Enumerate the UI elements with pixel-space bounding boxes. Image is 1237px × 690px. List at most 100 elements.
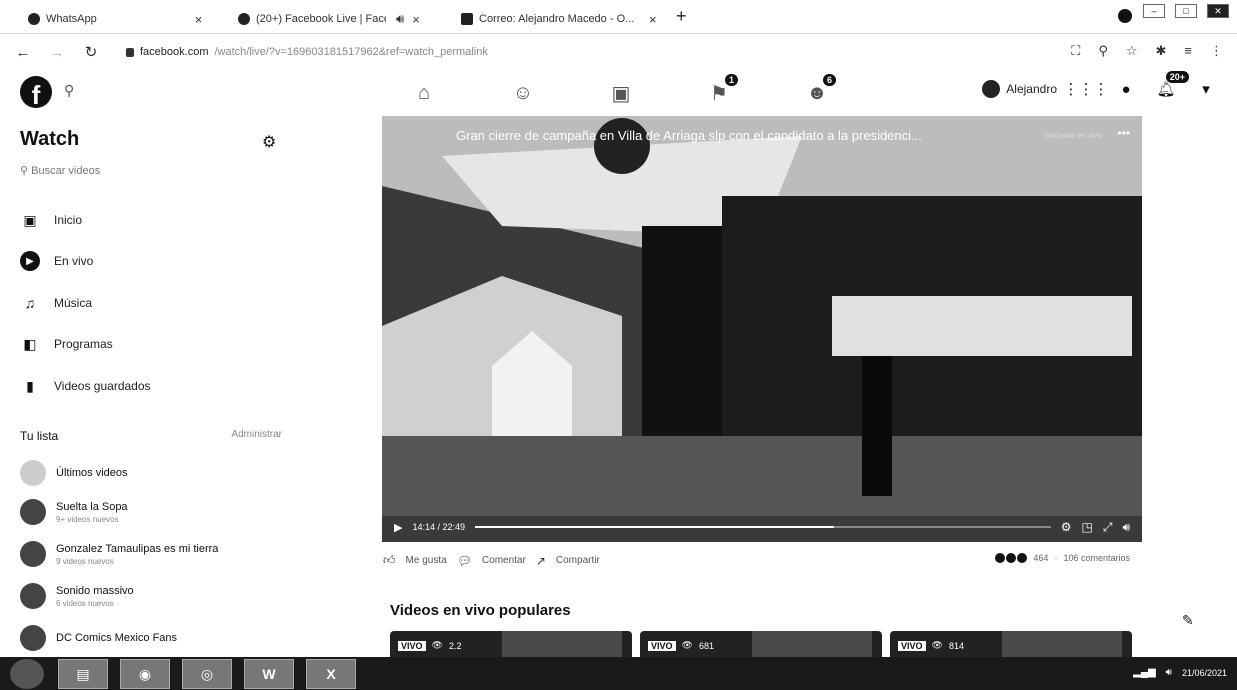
start-button-icon[interactable] xyxy=(10,659,44,689)
fullscreen-icon[interactable]: ⤢ xyxy=(1103,520,1113,535)
forward-icon[interactable]: → xyxy=(46,44,68,61)
compose-icon[interactable]: ✎ xyxy=(1182,612,1194,629)
comment-icon: 💬︎ xyxy=(456,553,472,568)
groups-badge: 1 xyxy=(724,74,738,86)
comments-count: 106 comentarios xyxy=(1063,553,1130,563)
reading-list-icon[interactable]: ≡ xyxy=(1184,43,1192,59)
video-controls: ▶ 14:14 / 22:49 ⚙ ◳ ⤢ 🔊︎ xyxy=(382,512,1142,542)
viewer-count: 814 xyxy=(948,640,964,651)
volume-icon[interactable]: 🔊︎ xyxy=(1122,520,1130,535)
list-item[interactable]: Gonzalez Tamaulipas es mi tierra 9 video… xyxy=(20,541,218,567)
viewer-count: 681 xyxy=(698,640,714,651)
list-item[interactable]: Sonido massivo 6 videos nuevos xyxy=(20,583,134,609)
sidebar-item-videos-guardados[interactable]: ▮ Videos guardados xyxy=(20,374,151,398)
explorer-icon[interactable]: ▤ xyxy=(58,659,108,689)
list-item[interactable]: Suelta la Sopa 9+ videos nuevos xyxy=(20,499,128,525)
sidebar-item-musica[interactable]: ♫ Música xyxy=(20,291,92,315)
tab-close-button[interactable]: × xyxy=(649,12,657,27)
volume-tray-icon[interactable]: 🔊︎ xyxy=(1166,667,1172,678)
account-dropdown-icon[interactable]: ▾ xyxy=(1195,78,1217,100)
watch-icon[interactable]: ▣ xyxy=(608,80,634,106)
avatar xyxy=(982,80,1001,98)
tab-close-button[interactable]: × xyxy=(412,12,420,27)
list-item-sub: 9+ videos nuevos xyxy=(56,514,119,524)
messenger-icon[interactable]: ● xyxy=(1115,78,1137,100)
groups-icon[interactable]: ⚑ 1 xyxy=(706,74,738,106)
manage-link[interactable]: Administrar xyxy=(231,429,282,443)
sidebar-item-programas[interactable]: ◧ Programas xyxy=(20,332,113,356)
avatar xyxy=(20,499,46,525)
minimize-icon[interactable]: – xyxy=(1143,4,1165,18)
share-icon: ↗ xyxy=(535,553,546,568)
pip-icon[interactable]: ◳ xyxy=(1081,520,1092,534)
facebook-logo-icon[interactable]: f xyxy=(20,76,52,108)
reactions-summary[interactable]: 464 · 106 comentarios xyxy=(995,553,1130,563)
profile-chip[interactable]: Alejandro xyxy=(982,80,1057,98)
live-video-card[interactable]: VIVO 👁︎ 814 xyxy=(890,631,1132,658)
list-item-sub: 6 videos nuevos xyxy=(56,598,114,608)
extension-icon[interactable]: ✱ xyxy=(1156,43,1167,59)
window-controls: – □ ✕ xyxy=(1143,4,1229,18)
tab-correo[interactable]: Correo: Alejandro Macedo - O... × xyxy=(461,8,671,30)
translate-icon[interactable]: ⛶ xyxy=(1071,43,1080,59)
list-item[interactable]: DC Comics Mexico Fans xyxy=(20,625,177,651)
home-icon[interactable]: ⌂ xyxy=(411,80,437,106)
tab-close-button[interactable]: × xyxy=(195,12,203,27)
tab-title: Correo: Alejandro Macedo - O... xyxy=(479,13,635,25)
chrome-icon[interactable]: ◎ xyxy=(182,659,232,689)
lock-icon xyxy=(126,47,134,57)
live-video-card[interactable]: VIVO 👁︎ 681 xyxy=(640,631,882,658)
search-videos-input[interactable]: ⚲ Buscar videos xyxy=(20,164,100,177)
music-icon: ♫ xyxy=(24,295,36,311)
browser-tab-strip: WhatsApp × (20+) Facebook Live | Face 🔊︎… xyxy=(0,0,1237,34)
more-options-icon[interactable]: ••• xyxy=(1117,126,1130,140)
sidebar-item-en-vivo[interactable]: ▶ En vivo xyxy=(20,249,93,273)
your-list-header: Tu lista Administrar xyxy=(20,429,282,443)
reload-icon[interactable]: ↻ xyxy=(80,43,102,61)
sidebar-item-label: Videos guardados xyxy=(54,379,151,393)
excel-icon[interactable]: X xyxy=(306,659,356,689)
settings-icon[interactable]: ⚙ xyxy=(1061,520,1072,534)
live-pill: VIVO 👁︎ 2.2 xyxy=(398,640,461,651)
latest-videos-icon xyxy=(20,460,46,486)
new-tab-button[interactable]: + xyxy=(676,6,687,27)
maximize-icon[interactable]: □ xyxy=(1175,4,1197,18)
star-icon[interactable]: ☆ xyxy=(1126,43,1138,59)
live-video-card[interactable]: VIVO 👁︎ 2.2 xyxy=(390,631,632,658)
reaction-icons xyxy=(995,553,1028,563)
gaming-icon[interactable]: ☻ 6 xyxy=(804,74,836,106)
os-taskbar: ▤ ◉ ◎ W X ▂▄▆ 🔊︎ 21/06/2021 xyxy=(0,657,1237,690)
friends-icon[interactable]: ☺ xyxy=(510,80,536,106)
browser-profile-icon[interactable] xyxy=(1118,9,1132,23)
list-item[interactable]: Últimos videos xyxy=(20,460,128,486)
zoom-icon[interactable]: ⚲ xyxy=(1098,43,1108,59)
close-window-icon[interactable]: ✕ xyxy=(1207,4,1229,18)
search-icon[interactable]: ⚲ xyxy=(64,82,74,99)
nav-right: Alejandro ⋮⋮⋮ ● 🔔︎ 20+ ▾ xyxy=(982,71,1217,100)
network-icon[interactable]: ▂▄▆ xyxy=(1133,667,1155,678)
list-item-name: Gonzalez Tamaulipas es mi tierra xyxy=(56,542,219,555)
like-button[interactable]: Me gusta xyxy=(406,555,447,566)
back-icon[interactable]: ← xyxy=(12,44,34,61)
shows-icon: ◧ xyxy=(23,335,37,352)
tab-whatsapp[interactable]: WhatsApp × xyxy=(28,8,228,30)
facebook-top-nav: f ⚲ ⌂ ☺ ▣ ⚑ 1 ☻ 6 Alejandro ⋮⋮⋮ ● 🔔︎ 20+ ▾ xyxy=(0,70,1237,116)
share-button[interactable]: Compartir xyxy=(556,555,600,566)
menu-grid-icon[interactable]: ⋮⋮⋮ xyxy=(1064,78,1109,100)
video-player[interactable]: Gran cierre de campaña en Villa de Arria… xyxy=(382,116,1142,542)
menu-kebab-icon[interactable]: ⋮ xyxy=(1210,43,1223,59)
url-field[interactable]: facebook.com/watch/live/?v=1696031815179… xyxy=(126,46,1026,58)
comment-button[interactable]: Comentar xyxy=(482,555,526,566)
tab-facebook[interactable]: (20+) Facebook Live | Face 🔊︎ × xyxy=(238,8,438,30)
eye-icon: 👁︎ xyxy=(931,640,943,650)
media-player-icon[interactable]: ◉ xyxy=(120,659,170,689)
notifications-icon[interactable]: 🔔︎ 20+ xyxy=(1155,71,1189,100)
sidebar-item-label: Programas xyxy=(54,337,113,351)
sidebar-item-inicio[interactable]: ▣ Inicio xyxy=(20,208,82,232)
list-item-sub: 9 videos nuevos xyxy=(56,556,114,566)
separator: · xyxy=(1054,553,1058,563)
gear-icon[interactable]: ⚙ xyxy=(262,132,276,152)
word-icon[interactable]: W xyxy=(244,659,294,689)
play-icon[interactable]: ▶ xyxy=(394,521,402,534)
video-progress-bar[interactable] xyxy=(475,526,1051,528)
